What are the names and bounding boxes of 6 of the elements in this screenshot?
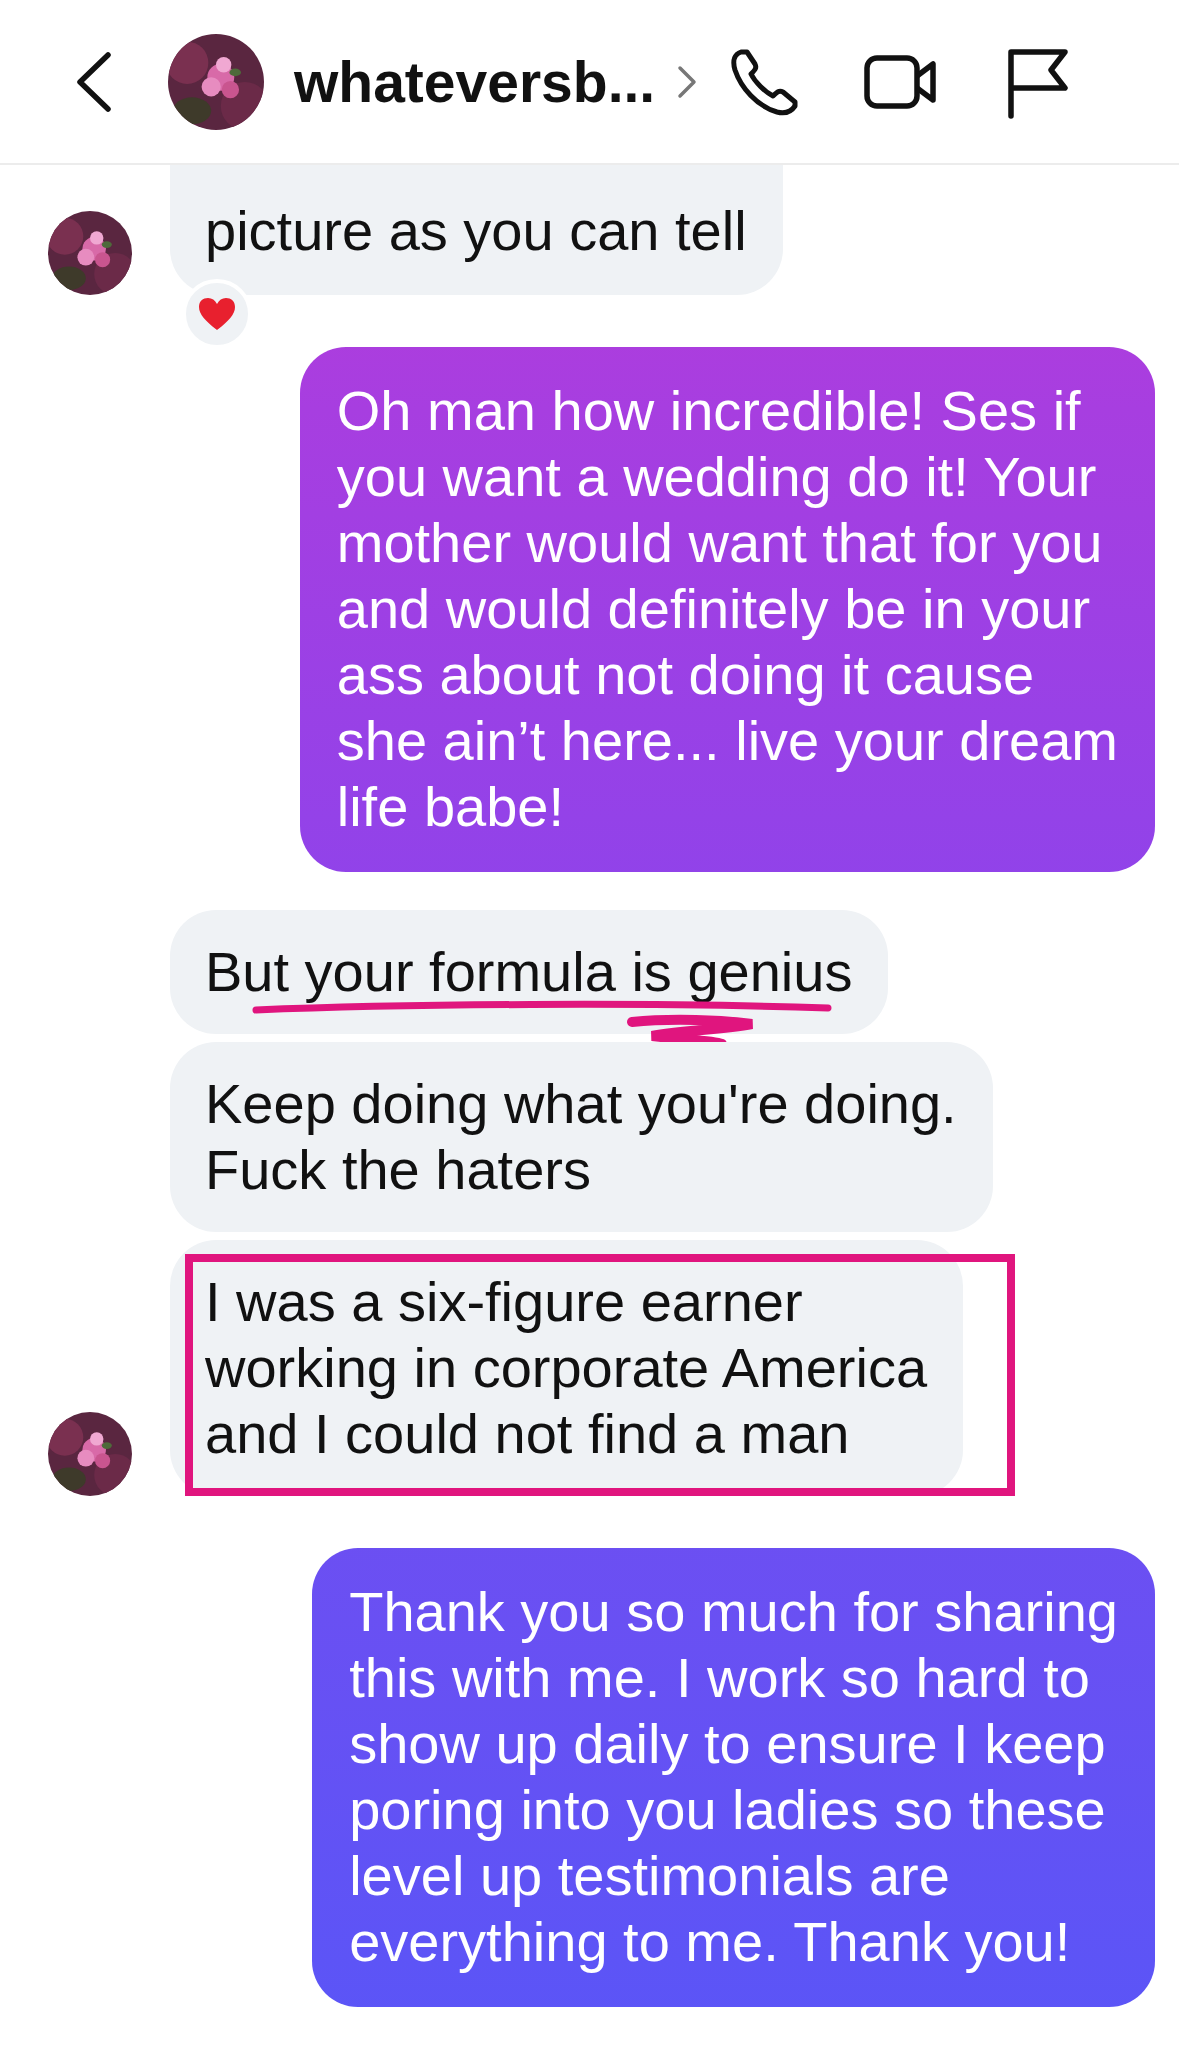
- sent-message: Thank you so much for sharing this with me. I work so hard to show up daily to ensure I keep poring into you ladies so these level up testimonials are everything to me. Thank you!: [312, 1548, 1155, 2007]
- heart-icon: [197, 296, 237, 332]
- received-message: Keep doing what you're doing. Fuck the haters: [170, 1042, 993, 1232]
- contact-name[interactable]: whateversb...: [294, 48, 656, 115]
- chevron-icon[interactable]: [677, 64, 698, 99]
- sent-message: Oh man how incredible! Ses if you want a wedding do it! Your mother would want that for you and would definitely be in your ass about not doing it cause she ain’t here... live your dream life babe!: [299, 347, 1155, 872]
